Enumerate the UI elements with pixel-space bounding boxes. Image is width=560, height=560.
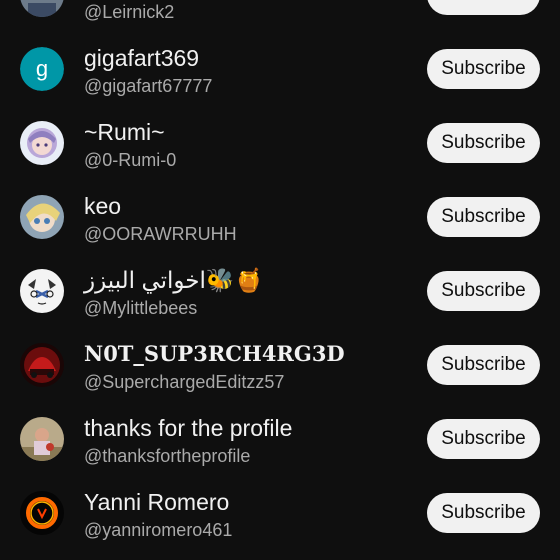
channel-name[interactable]: keo	[84, 192, 121, 220]
channel-row[interactable]: Yanni Romero @yanniromero461 Subscribe	[0, 476, 560, 550]
channel-avatar[interactable]	[20, 195, 64, 239]
channel-row[interactable]: @Leirnick2 Subscribe	[0, 0, 560, 32]
channel-handle: @0-Rumi-0	[84, 150, 177, 170]
subscribe-button[interactable]: Subscribe	[427, 123, 540, 163]
channel-list: @Leirnick2 Subscribe g gigafart369 @giga…	[0, 0, 560, 550]
channel-row[interactable]: g gigafart369 @gigafart67777 Subscribe	[0, 32, 560, 106]
subscribe-button[interactable]: Subscribe	[427, 419, 540, 459]
channel-name[interactable]: N0T_SUP3RCH4RG3D	[84, 340, 345, 368]
channel-avatar[interactable]: g	[20, 47, 64, 91]
channel-avatar[interactable]	[20, 491, 64, 535]
channel-row[interactable]: N0T_SUP3RCH4RG3D @SuperchargedEditzz57 S…	[0, 328, 560, 402]
subscribe-button[interactable]: Subscribe	[427, 493, 540, 533]
channel-name[interactable]: Yanni Romero	[84, 488, 229, 516]
channel-avatar[interactable]	[20, 0, 64, 17]
channel-name[interactable]: اخواتي البيزز🐝🍯	[84, 266, 263, 294]
channel-handle: @Mylittlebees	[84, 298, 198, 318]
channel-name[interactable]: gigafart369	[84, 44, 199, 72]
channel-row[interactable]: ~Rumi~ @0-Rumi-0 Subscribe	[0, 106, 560, 180]
channel-handle: @thanksfortheprofile	[84, 446, 251, 466]
channel-avatar[interactable]	[20, 121, 64, 165]
subscribe-button[interactable]: Subscribe	[427, 271, 540, 311]
channel-row[interactable]: اخواتي البيزز🐝🍯 @Mylittlebees Subscribe	[0, 254, 560, 328]
channel-row[interactable]: thanks for the profile @thanksfortheprof…	[0, 402, 560, 476]
channel-name[interactable]: ~Rumi~	[84, 118, 165, 146]
subscribe-button[interactable]: Subscribe	[427, 49, 540, 89]
avatar-letter: g	[20, 47, 64, 91]
channel-name[interactable]: thanks for the profile	[84, 414, 292, 442]
channel-avatar[interactable]	[20, 343, 64, 387]
subscribe-button[interactable]: Subscribe	[427, 345, 540, 385]
channel-handle: @OORAWRRUHH	[84, 224, 237, 244]
channel-row[interactable]: keo @OORAWRRUHH Subscribe	[0, 180, 560, 254]
subscribe-button[interactable]: Subscribe	[427, 0, 540, 15]
channel-handle: @Leirnick2	[84, 2, 175, 22]
channel-avatar[interactable]	[20, 417, 64, 461]
channel-handle: @SuperchargedEditzz57	[84, 372, 285, 392]
channel-handle: @yanniromero461	[84, 520, 233, 540]
subscribe-button[interactable]: Subscribe	[427, 197, 540, 237]
channel-handle: @gigafart67777	[84, 76, 213, 96]
channel-avatar[interactable]	[20, 269, 64, 313]
